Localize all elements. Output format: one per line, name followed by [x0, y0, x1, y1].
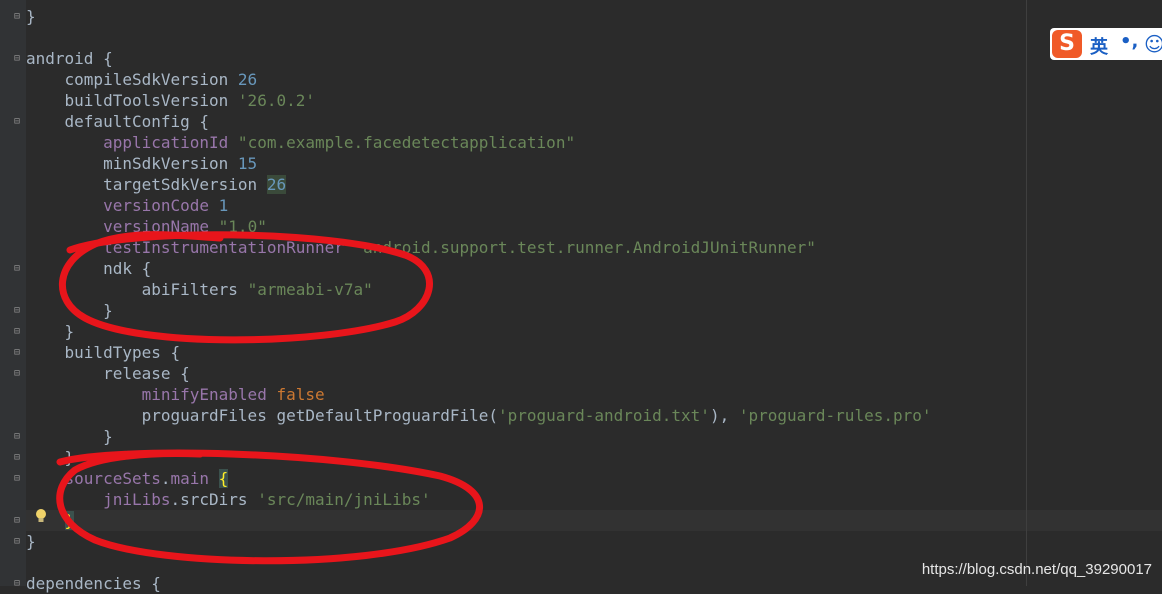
code-line[interactable]: android { — [26, 48, 113, 69]
code-line[interactable]: minSdkVersion 15 — [26, 153, 257, 174]
fold-marker-icon[interactable]: ⊟ — [12, 12, 22, 22]
code-line[interactable]: defaultConfig { — [26, 111, 210, 132]
code-line[interactable]: } — [26, 447, 75, 468]
fold-marker-icon[interactable]: ⊟ — [12, 537, 22, 547]
code-line[interactable]: applicationId "com.example.facedetectapp… — [26, 132, 575, 153]
code-line[interactable]: ndk { — [26, 258, 151, 279]
code-line[interactable]: versionCode 1 — [26, 195, 228, 216]
fold-marker-icon[interactable]: ⊟ — [12, 474, 22, 484]
code-line[interactable]: } — [26, 6, 36, 27]
fold-marker-icon[interactable]: ⊟ — [12, 327, 22, 337]
code-line[interactable]: } — [26, 300, 113, 321]
emoji-icon[interactable]: ☺ — [1144, 32, 1162, 56]
code-line[interactable]: abiFilters "armeabi-v7a" — [26, 279, 373, 300]
ime-toolbar[interactable]: S 英 •, ☺ — [1050, 28, 1162, 60]
code-line[interactable]: buildToolsVersion '26.0.2' — [26, 90, 315, 111]
code-line[interactable]: dependencies { — [26, 573, 161, 594]
lightbulb-icon[interactable] — [34, 508, 48, 524]
sogou-logo-icon[interactable]: S — [1052, 30, 1082, 58]
code-line[interactable]: jniLibs.srcDirs 'src/main/jniLibs' — [26, 489, 431, 510]
code-line[interactable]: versionName "1.0" — [26, 216, 267, 237]
code-line[interactable]: } — [26, 531, 36, 552]
code-line[interactable]: testInstrumentationRunner "android.suppo… — [26, 237, 816, 258]
ime-language-toggle[interactable]: 英 — [1090, 33, 1108, 59]
fold-marker-icon[interactable]: ⊟ — [12, 453, 22, 463]
code-line[interactable]: minifyEnabled false — [26, 384, 325, 405]
code-line[interactable]: } — [26, 321, 75, 342]
editor-gutter — [0, 0, 26, 586]
fold-marker-icon[interactable]: ⊟ — [12, 369, 22, 379]
code-editor[interactable]: } android { compileSdkVersion 26 buildToo… — [26, 0, 1162, 593]
code-line[interactable]: proguardFiles getDefaultProguardFile('pr… — [26, 405, 932, 426]
code-line[interactable]: compileSdkVersion 26 — [26, 69, 258, 90]
fold-marker-icon[interactable]: ⊟ — [12, 516, 22, 526]
code-line[interactable]: targetSdkVersion 26 — [26, 174, 287, 195]
fold-marker-icon[interactable]: ⊟ — [12, 306, 22, 316]
code-line[interactable]: buildTypes { — [26, 342, 181, 363]
fold-marker-icon[interactable]: ⊟ — [12, 117, 22, 127]
fold-marker-icon[interactable]: ⊟ — [12, 54, 22, 64]
fold-marker-icon[interactable]: ⊟ — [12, 579, 22, 589]
watermark: https://blog.csdn.net/qq_39290017 — [921, 561, 1152, 578]
code-line[interactable]: release { — [26, 363, 190, 384]
fold-marker-icon[interactable]: ⊟ — [12, 432, 22, 442]
fold-marker-icon[interactable]: ⊟ — [12, 348, 22, 358]
code-line[interactable]: } — [26, 426, 113, 447]
fold-marker-icon[interactable]: ⊟ — [12, 264, 22, 274]
code-line[interactable]: sourceSets.main { — [26, 468, 229, 489]
ime-punctuation-toggle[interactable]: •, — [1120, 31, 1138, 52]
